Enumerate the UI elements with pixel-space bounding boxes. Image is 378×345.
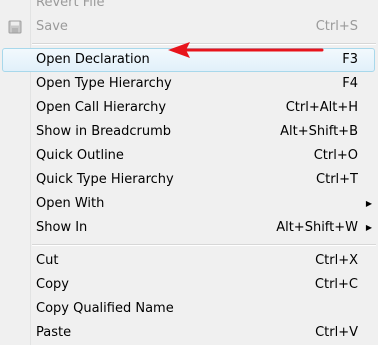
menu-item-shortcut: Ctrl+V <box>315 325 358 340</box>
menu-item-label: Cut <box>36 253 59 268</box>
menu-item-revert-file[interactable]: Revert File <box>0 0 378 15</box>
menu-item-open-with[interactable]: Open With ▶ <box>0 192 378 216</box>
menu-separator <box>0 240 378 249</box>
menu-item-open-type-hierarchy[interactable]: Open Type Hierarchy F4 <box>0 72 378 96</box>
menu-item-shortcut: Ctrl+O <box>313 148 358 163</box>
menu-item-cut[interactable]: Cut Ctrl+X <box>0 249 378 273</box>
menu-item-open-call-hierarchy[interactable]: Open Call Hierarchy Ctrl+Alt+H <box>0 96 378 120</box>
menu-item-paste[interactable]: Paste Ctrl+V <box>0 321 378 345</box>
menu-item-quick-outline[interactable]: Quick Outline Ctrl+O <box>0 144 378 168</box>
menu-item-label: Copy Qualified Name <box>36 301 174 316</box>
menu-item-label: Paste <box>36 325 72 340</box>
annotation-arrow-icon <box>168 42 324 58</box>
menu-item-show-in[interactable]: Show In Alt+Shift+W ▶ <box>0 216 378 240</box>
menu-item-copy-qualified-name[interactable]: Copy Qualified Name <box>0 297 378 321</box>
menu-item-copy[interactable]: Copy Ctrl+C <box>0 273 378 297</box>
menu-item-label: Save <box>36 19 68 34</box>
menu-item-show-in-breadcrumb[interactable]: Show in Breadcrumb Alt+Shift+B <box>0 120 378 144</box>
menu-item-shortcut: Ctrl+C <box>314 277 358 292</box>
menu-item-shortcut: Ctrl+Alt+H <box>285 100 358 115</box>
menu-item-label: Copy <box>36 277 69 292</box>
menu-item-label: Open Type Hierarchy <box>36 76 172 91</box>
menu-item-shortcut: F4 <box>342 76 358 91</box>
menu-item-label: Open Call Hierarchy <box>36 100 167 115</box>
menu-item-shortcut: Ctrl+S <box>315 19 358 34</box>
menu-item-label: Show In <box>36 220 88 235</box>
menu-item-quick-type-hierarchy[interactable]: Quick Type Hierarchy Ctrl+T <box>0 168 378 192</box>
menu-item-label: Show in Breadcrumb <box>36 124 172 139</box>
menu-item-shortcut: Ctrl+X <box>315 253 358 268</box>
menu-item-shortcut: Alt+Shift+W <box>276 220 358 235</box>
menu-item-shortcut: Alt+Shift+B <box>280 124 358 139</box>
menu-item-label: Quick Outline <box>36 148 124 163</box>
submenu-arrow-icon: ▶ <box>365 199 372 208</box>
save-icon <box>8 20 22 34</box>
menu-item-label: Open Declaration <box>36 52 150 67</box>
menu-item-shortcut: F3 <box>342 52 358 67</box>
menu-item-label: Quick Type Hierarchy <box>36 172 174 187</box>
menu-item-save[interactable]: Save Ctrl+S <box>0 15 378 39</box>
menu-item-label: Revert File <box>36 0 105 10</box>
menu-item-label: Open With <box>36 196 105 211</box>
submenu-arrow-icon: ▶ <box>365 223 372 232</box>
menu-item-shortcut: Ctrl+T <box>316 172 358 187</box>
